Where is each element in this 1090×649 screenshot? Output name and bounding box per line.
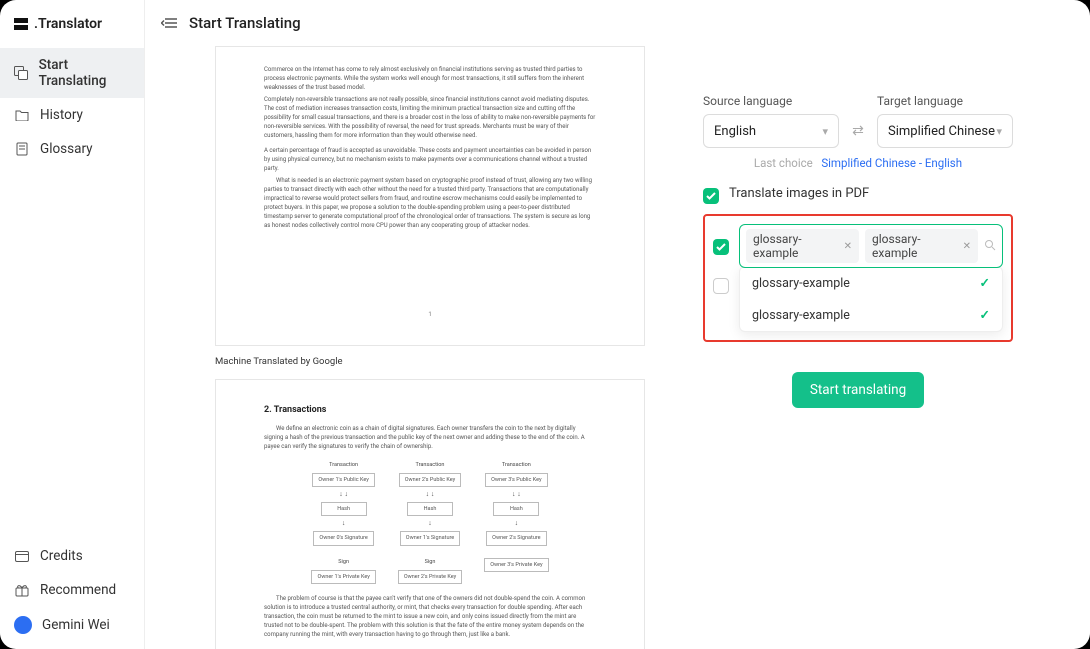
last-choice-link[interactable]: Simplified Chinese - English <box>821 156 962 170</box>
primary-nav: Start Translating History Glossary <box>0 48 144 166</box>
sidebar-item-label: Credits <box>40 548 83 564</box>
paragraph: What is needed is an electronic payment … <box>264 176 596 230</box>
watermark-label: Machine Translated by Google <box>215 356 685 367</box>
remove-tag-icon[interactable]: ✕ <box>963 241 971 252</box>
folder-icon <box>14 107 30 123</box>
app-name: .Translator <box>34 16 102 32</box>
check-icon: ✓ <box>980 275 990 291</box>
paragraph: The problem of course is that the payee … <box>264 594 596 639</box>
gift-icon <box>14 582 30 598</box>
search-icon <box>984 239 996 254</box>
sidebar: .Translator Start Translating History Gl… <box>0 0 145 649</box>
document-preview: Commerce on the Internet has come to rel… <box>145 46 685 649</box>
glossary-multiselect[interactable]: glossary-example ✕ glossary-example ✕ <box>739 224 1003 268</box>
avatar-icon <box>14 616 32 634</box>
sidebar-item-credits[interactable]: Credits <box>0 539 144 573</box>
translate-images-label: Translate images in PDF <box>729 186 869 201</box>
document-page-1: Commerce on the Internet has come to rel… <box>215 46 645 346</box>
target-language-select[interactable]: Simplified Chinese ▾ <box>877 114 1013 148</box>
transaction-diagram: Transaction Owner 1's Public Key ↓ ↓ Has… <box>264 461 596 585</box>
remove-tag-icon[interactable]: ✕ <box>844 241 852 252</box>
top-bar: Start Translating <box>145 0 1090 46</box>
paragraph: Completely non-reversible transactions a… <box>264 95 596 140</box>
glossary-dropdown: glossary-example ✓ glossary-example ✓ <box>739 266 1003 332</box>
sidebar-item-start-translating[interactable]: Start Translating <box>0 48 144 98</box>
source-language-select[interactable]: English ▾ <box>703 114 839 148</box>
document-icon <box>14 141 30 157</box>
swap-languages-button[interactable]: ⇄ <box>849 114 867 148</box>
select-value: English <box>714 124 756 139</box>
last-choice-label: Last choice <box>754 156 813 170</box>
sidebar-item-recommend[interactable]: Recommend <box>0 573 144 607</box>
chevron-down-icon: ▾ <box>996 125 1002 138</box>
sidebar-item-label: Recommend <box>40 582 116 598</box>
app-logo: .Translator <box>0 0 144 48</box>
sidebar-footer: Credits Recommend Gemini Wei <box>0 539 144 649</box>
paragraph: We define an electronic coin as a chain … <box>264 424 596 451</box>
translation-config: Source language English ▾ ⇄ Target langu… <box>685 46 1090 649</box>
paragraph: A certain percentage of fraud is accepte… <box>264 146 596 173</box>
start-translating-button[interactable]: Start translating <box>792 372 924 408</box>
check-icon: ✓ <box>980 307 990 323</box>
chevron-down-icon: ▾ <box>822 125 828 138</box>
sidebar-item-history[interactable]: History <box>0 98 144 132</box>
glossary-tag: glossary-example ✕ <box>746 229 859 263</box>
logo-icon <box>14 18 28 30</box>
collapse-sidebar-icon[interactable] <box>161 16 177 30</box>
paragraph: Commerce on the Internet has come to rel… <box>264 65 596 92</box>
glossary-option[interactable]: glossary-example ✓ <box>740 267 1002 299</box>
page-title: Start Translating <box>189 14 301 32</box>
card-icon <box>14 548 30 564</box>
main: Start Translating Commerce on the Intern… <box>145 0 1090 649</box>
glossary-option[interactable]: glossary-example ✓ <box>740 299 1002 331</box>
glossary-checkbox[interactable] <box>713 239 729 255</box>
sidebar-item-label: History <box>40 107 83 123</box>
translate-images-checkbox[interactable] <box>703 188 719 204</box>
document-page-2: 2. Transactions We define an electronic … <box>215 379 645 649</box>
sidebar-item-label: Gemini Wei <box>42 617 110 633</box>
glossary-section-highlight: glossary-example ✕ glossary-example ✕ <box>703 214 1013 342</box>
target-language-label: Target language <box>877 94 1013 108</box>
sidebar-item-profile[interactable]: Gemini Wei <box>0 607 144 643</box>
translate-icon <box>14 65 29 81</box>
sidebar-item-label: Start Translating <box>39 57 130 89</box>
sidebar-item-label: Glossary <box>40 141 93 157</box>
source-language-label: Source language <box>703 94 839 108</box>
glossary-secondary-checkbox[interactable] <box>713 278 729 294</box>
sidebar-item-glossary[interactable]: Glossary <box>0 132 144 166</box>
glossary-tag: glossary-example ✕ <box>865 229 978 263</box>
section-title: 2. Transactions <box>264 404 596 418</box>
select-value: Simplified Chinese <box>888 124 995 139</box>
